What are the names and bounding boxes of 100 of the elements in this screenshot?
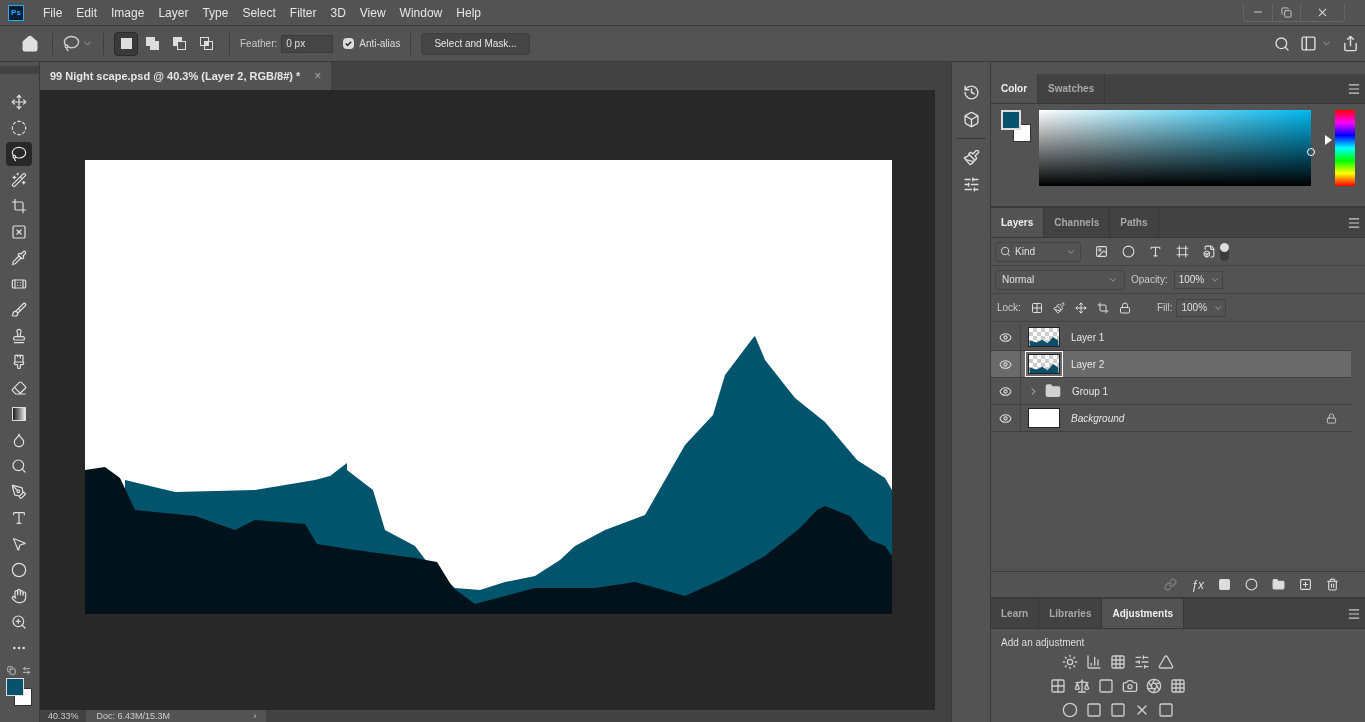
image-filter-icon[interactable] [1095,245,1108,258]
filter-toggle[interactable] [1220,242,1229,261]
color-swatches-icon[interactable] [4,678,35,706]
foreground-background-icon[interactable] [1001,110,1031,142]
opacity-field[interactable]: 100% [1173,270,1224,289]
wand-icon [11,172,28,188]
sliders-icon[interactable] [962,176,980,193]
visibility-icon[interactable] [999,384,1012,398]
menu-item[interactable]: Image [104,3,152,22]
feather-field[interactable]: 0 px [281,34,334,53]
panel-tab[interactable]: Color [991,74,1039,103]
visibility-icon[interactable] [999,330,1012,344]
lock-pixels-icon[interactable] [1052,301,1065,314]
mask-icon[interactable] [1218,578,1231,591]
photo-filter-icon[interactable] [1122,678,1138,694]
swap-colors-icon[interactable] [22,666,32,675]
menu-item[interactable]: Layer [151,3,196,22]
lasso-tool[interactable] [6,142,33,166]
panel-tab[interactable]: Swatches [1038,74,1106,103]
lock-position-icon[interactable] [1074,301,1087,314]
layer-thumbnail [1028,408,1060,428]
lock-artboard-icon[interactable] [1096,301,1109,314]
panel-tab[interactable]: Learn [991,599,1040,628]
feather-label: Feather: [240,37,278,51]
delete-icon[interactable] [1326,578,1339,591]
move-icon [11,94,28,110]
blend-mode-dropdown[interactable]: Normal [995,269,1125,290]
history-icon[interactable] [962,84,980,101]
zoom-icon [11,614,28,630]
balance-icon[interactable] [1074,678,1090,694]
fill-field[interactable]: 100% [1176,298,1227,317]
crop-icon [11,198,28,214]
layer-row[interactable]: Group 1 [991,378,1351,405]
menu-item[interactable]: Filter [282,3,324,22]
panel-tab[interactable]: Channels [1044,208,1111,237]
levels-icon[interactable] [1086,654,1102,670]
folder-icon [1045,383,1061,399]
layer-row[interactable]: Layer 1 [991,324,1351,351]
lock-label: Lock: [997,301,1021,315]
panel-tab[interactable]: Paths [1110,208,1159,237]
menu-item[interactable]: Window [392,3,450,22]
new-selection-button[interactable] [114,31,138,56]
brush-settings-icon[interactable] [962,149,980,166]
select-and-mask-button[interactable]: Select and Mask... [421,32,530,55]
menu-item[interactable]: File [36,3,70,22]
workspace-icon[interactable] [1300,35,1317,52]
menu-item[interactable]: Type [195,3,236,22]
lasso-icon [11,146,28,162]
smart-object-filter-icon[interactable] [1203,245,1216,258]
layer-name[interactable]: Layer 1 [1071,329,1337,345]
new-layer-icon[interactable] [1299,578,1312,591]
lasso-preset-button[interactable] [63,35,93,52]
panel-menu-icon[interactable] [1347,606,1361,621]
layer-name[interactable]: Background [1071,410,1326,426]
filter-value: Kind [1015,245,1036,259]
adjustment-filter-icon[interactable] [1122,245,1135,258]
panel-menu-icon[interactable] [1347,81,1361,96]
adjustment-layer-icon[interactable] [1245,578,1258,591]
toolbar-grip[interactable] [0,66,39,74]
adjustment-hint: Add an adjustment [1000,636,1086,650]
new-group-icon[interactable] [1272,578,1285,591]
lock-transparency-icon[interactable] [1030,301,1043,314]
zoom-level[interactable]: 40.33% [39,710,87,722]
visibility-icon[interactable] [999,357,1012,371]
document-size: Doc: 6.43M/15.3M [96,710,170,722]
blend-mode-value: Normal [1002,273,1036,287]
panel-tab[interactable]: Layers [991,208,1045,237]
layer-row[interactable]: Background [991,405,1351,432]
text-filter-icon[interactable] [1149,245,1162,258]
cube-icon[interactable] [962,111,980,128]
layer-thumbnail [1028,354,1060,374]
search-icon [1000,246,1011,257]
layer-name[interactable]: Layer 2 [1071,356,1337,372]
document-tab-title[interactable]: 99 Night scape.psd @ 40.3% (Layer 2, RGB/8#) * [49,67,301,85]
pointer-icon [11,536,28,552]
home-icon [21,34,39,53]
menu-item[interactable]: View [352,3,393,22]
visibility-icon[interactable] [999,411,1012,425]
share-icon[interactable] [1342,35,1359,52]
default-colors-icon[interactable] [7,666,17,675]
fill-label: Fill: [1156,301,1173,315]
filter-kind-dropdown[interactable]: Kind [995,241,1081,262]
brightness-icon[interactable] [1062,654,1078,670]
search-icon[interactable] [1274,35,1290,52]
menu-item[interactable]: Select [235,3,283,22]
layer-name[interactable]: Group 1 [1072,383,1337,399]
shape-filter-icon[interactable] [1176,245,1189,258]
panel-menu-icon[interactable] [1347,215,1361,230]
layer-row[interactable]: Layer 2 [991,351,1351,378]
menu-item[interactable]: 3D [323,3,353,22]
tab-close-button[interactable]: × [314,67,322,85]
menu-item[interactable]: Edit [69,3,105,22]
hand-icon [11,588,28,604]
menu-item[interactable]: Help [449,3,488,22]
fx-icon[interactable]: ƒx [1191,575,1204,594]
ellipse-marquee-icon [11,120,28,136]
anti-alias-checkbox[interactable] [343,38,355,49]
panel-tab[interactable]: Adjustments [1102,599,1185,628]
lock-all-icon[interactable] [1118,301,1131,314]
hue-slider[interactable] [1325,110,1355,186]
